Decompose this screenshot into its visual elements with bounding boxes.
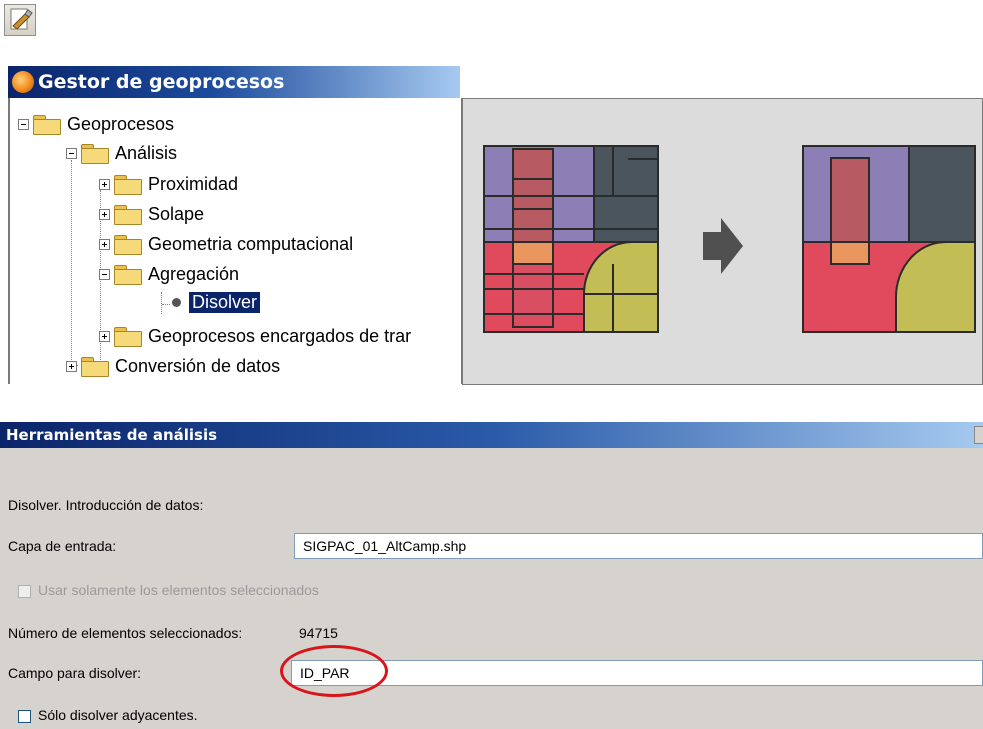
input-layer-label: Capa de entrada: xyxy=(8,538,117,554)
tree-node-label: Geoprocesos encargados de trar xyxy=(148,325,412,346)
polygon-slate xyxy=(594,146,658,242)
collapse-icon[interactable] xyxy=(18,118,29,130)
dissolve-illustration xyxy=(462,98,983,385)
input-layer-select[interactable]: SIGPAC_01_AltCamp.shp xyxy=(294,533,983,559)
tree-node-proximidad[interactable]: Proximidad xyxy=(99,170,238,198)
tree-node-geometria[interactable]: Geometria computacional xyxy=(99,230,353,258)
highlight-circle xyxy=(280,645,388,697)
selected-count-label: Número de elementos seleccionados: xyxy=(8,625,243,641)
dissolve-field-select[interactable]: ID_PAR xyxy=(291,660,983,686)
gestor-title: Gestor de geoprocesos xyxy=(38,71,285,93)
dialog-title-bar: Herramientas de análisis xyxy=(0,422,983,448)
leaf-bullet-icon xyxy=(172,297,181,307)
folder-icon xyxy=(114,204,142,225)
collapse-icon[interactable] xyxy=(66,147,77,159)
before-diagram xyxy=(483,145,659,333)
geoprocess-tool-icon[interactable] xyxy=(4,4,36,36)
tree-node-solape[interactable]: Solape xyxy=(99,200,204,228)
folder-icon xyxy=(114,264,142,285)
only-selected-checkbox[interactable] xyxy=(18,585,31,598)
polygon-strip-orange xyxy=(513,242,553,264)
tree-node-label: Proximidad xyxy=(148,173,239,194)
adjacent-checkbox[interactable] xyxy=(18,710,31,723)
geoprocess-tree[interactable]: Geoprocesos Análisis Proximidad Solape G… xyxy=(8,98,462,384)
dissolve-field-label: Campo para disolver: xyxy=(8,665,142,681)
tree-node-encargados[interactable]: Geoprocesos encargados de trar xyxy=(99,322,411,350)
gestor-title-bar: Gestor de geoprocesos xyxy=(8,66,460,98)
tree-node-geoprocesos[interactable]: Geoprocesos xyxy=(18,110,174,138)
after-diagram xyxy=(802,145,976,333)
tree-node-label: Geoprocesos xyxy=(67,113,175,134)
expand-icon[interactable] xyxy=(99,238,110,250)
only-selected-label: Usar solamente los elementos seleccionad… xyxy=(38,582,319,598)
expand-icon[interactable] xyxy=(66,360,77,372)
gvsig-app-icon xyxy=(12,71,34,93)
folder-icon xyxy=(114,174,142,195)
folder-icon xyxy=(114,326,142,347)
folder-icon xyxy=(33,114,61,135)
tree-node-conversion[interactable]: Conversión de datos xyxy=(66,352,280,380)
expand-icon[interactable] xyxy=(99,178,110,190)
tree-node-label: Agregación xyxy=(148,263,240,284)
input-layer-value: SIGPAC_01_AltCamp.shp xyxy=(303,538,467,554)
expand-icon[interactable] xyxy=(99,330,110,342)
selected-count-value: 94715 xyxy=(299,625,338,641)
dialog-title: Herramientas de análisis xyxy=(6,426,218,444)
tree-node-label: Análisis xyxy=(115,142,178,163)
tree-node-label: Solape xyxy=(148,203,205,224)
folder-icon xyxy=(81,356,109,377)
tree-node-agregacion[interactable]: Agregación xyxy=(99,260,239,288)
tree-node-label-selected: Disolver xyxy=(187,290,262,314)
folder-icon xyxy=(114,234,142,255)
collapse-icon[interactable] xyxy=(99,268,110,280)
tree-node-analisis[interactable]: Análisis xyxy=(66,139,177,167)
dialog-heading: Disolver. Introducción de datos: xyxy=(8,497,204,513)
expand-icon[interactable] xyxy=(99,208,110,220)
adjacent-label: Sólo disolver adyacentes. xyxy=(38,707,198,723)
window-control-button[interactable] xyxy=(974,426,983,444)
folder-icon xyxy=(81,143,109,164)
tree-node-label: Conversión de datos xyxy=(115,355,281,376)
tree-node-label: Geometria computacional xyxy=(148,233,354,254)
tree-node-disolver[interactable]: Disolver xyxy=(172,288,262,316)
arrow-right-icon xyxy=(703,218,743,274)
